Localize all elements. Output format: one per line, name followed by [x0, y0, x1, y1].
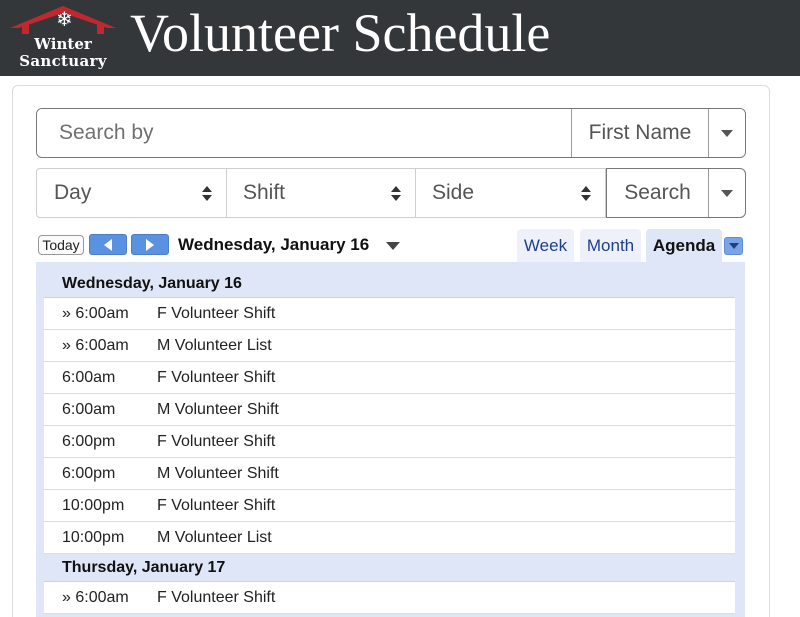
agenda-event[interactable]: » 6:00am F Volunteer Shift	[44, 298, 735, 330]
shift-select[interactable]: Shift	[227, 168, 416, 218]
today-button[interactable]: Today	[38, 235, 84, 255]
arrow-left-icon	[104, 238, 112, 251]
agenda-day-header: Wednesday, January 16	[44, 270, 735, 298]
shift-select-label: Shift	[243, 181, 286, 204]
event-time: 10:00pm	[62, 496, 125, 514]
select-arrows-icon	[581, 186, 591, 202]
side-select-label: Side	[432, 181, 475, 204]
agenda-event[interactable]: 6:00pm M Volunteer Shift	[44, 458, 735, 490]
tab-week[interactable]: Week	[517, 229, 574, 262]
select-arrows-icon	[202, 186, 212, 202]
previous-button[interactable]	[89, 234, 127, 255]
event-time: 6:00pm	[62, 464, 116, 482]
chevron-down-icon	[721, 129, 733, 137]
agenda-event[interactable]: » 6:00am M Volunteer List	[44, 330, 735, 362]
next-button[interactable]	[131, 234, 169, 255]
agenda-event[interactable]: 10:00pm F Volunteer Shift	[44, 490, 735, 522]
logo-text-winter: Winter	[34, 35, 92, 53]
agenda-panel: Wednesday, January 16 » 6:00am F Volunte…	[36, 262, 745, 617]
search-input[interactable]	[37, 109, 571, 157]
page-title: Volunteer Schedule	[130, 3, 551, 63]
search-button-group: Search	[606, 168, 746, 218]
day-select[interactable]: Day	[36, 168, 227, 218]
date-picker-chevron-icon[interactable]	[386, 242, 400, 250]
select-arrows-icon	[391, 186, 401, 202]
search-button[interactable]: Search	[607, 169, 708, 217]
agenda-event[interactable]: 6:00am F Volunteer Shift	[44, 362, 735, 394]
event-time: » 6:00am	[62, 588, 129, 606]
chevron-down-icon	[728, 243, 739, 249]
event-title: M Volunteer List	[157, 336, 272, 354]
app-header: ❄ Winter Sanctuary Volunteer Schedule	[0, 0, 800, 76]
event-time: » 6:00am	[62, 304, 129, 322]
filter-bar: Day Shift Side Search	[36, 168, 746, 218]
day-select-label: Day	[54, 181, 92, 204]
event-time: 6:00am	[62, 400, 116, 418]
event-title: F Volunteer Shift	[157, 496, 276, 514]
tab-agenda[interactable]: Agenda	[646, 229, 722, 262]
event-title: M Volunteer Shift	[157, 400, 279, 418]
arrow-right-icon	[146, 238, 154, 251]
event-time: 6:00pm	[62, 432, 116, 450]
agenda-event[interactable]: » 6:00am F Volunteer Shift	[44, 582, 735, 614]
chevron-down-icon	[721, 189, 733, 197]
event-title: F Volunteer Shift	[157, 368, 276, 386]
logo-text-sanctuary: Sanctuary	[19, 52, 107, 70]
event-title: F Volunteer Shift	[157, 588, 276, 606]
agenda-day-header: Thursday, January 17	[44, 554, 735, 582]
agenda-event[interactable]: 10:00pm M Volunteer List	[44, 522, 735, 554]
search-bar: First Name	[36, 108, 746, 158]
search-field-selector[interactable]: First Name	[571, 109, 708, 157]
event-title: F Volunteer Shift	[157, 432, 276, 450]
event-time: 6:00am	[62, 368, 116, 386]
tab-month[interactable]: Month	[580, 229, 641, 262]
event-time: » 6:00am	[62, 336, 129, 354]
event-title: F Volunteer Shift	[157, 304, 276, 322]
view-options-dropdown-button[interactable]	[724, 237, 743, 255]
event-title: M Volunteer List	[157, 528, 272, 546]
side-select[interactable]: Side	[416, 168, 606, 218]
snowflake-icon: ❄	[56, 9, 73, 31]
agenda-list: Wednesday, January 16 » 6:00am F Volunte…	[44, 270, 735, 614]
search-field-dropdown-button[interactable]	[708, 109, 745, 157]
current-date-label[interactable]: Wednesday, January 16	[178, 235, 369, 255]
event-time: 10:00pm	[62, 528, 125, 546]
search-options-dropdown-button[interactable]	[708, 169, 745, 217]
agenda-event[interactable]: 6:00pm F Volunteer Shift	[44, 426, 735, 458]
event-title: M Volunteer Shift	[157, 464, 279, 482]
winter-sanctuary-logo[interactable]: ❄ Winter Sanctuary	[8, 2, 118, 74]
agenda-event[interactable]: 6:00am M Volunteer Shift	[44, 394, 735, 426]
